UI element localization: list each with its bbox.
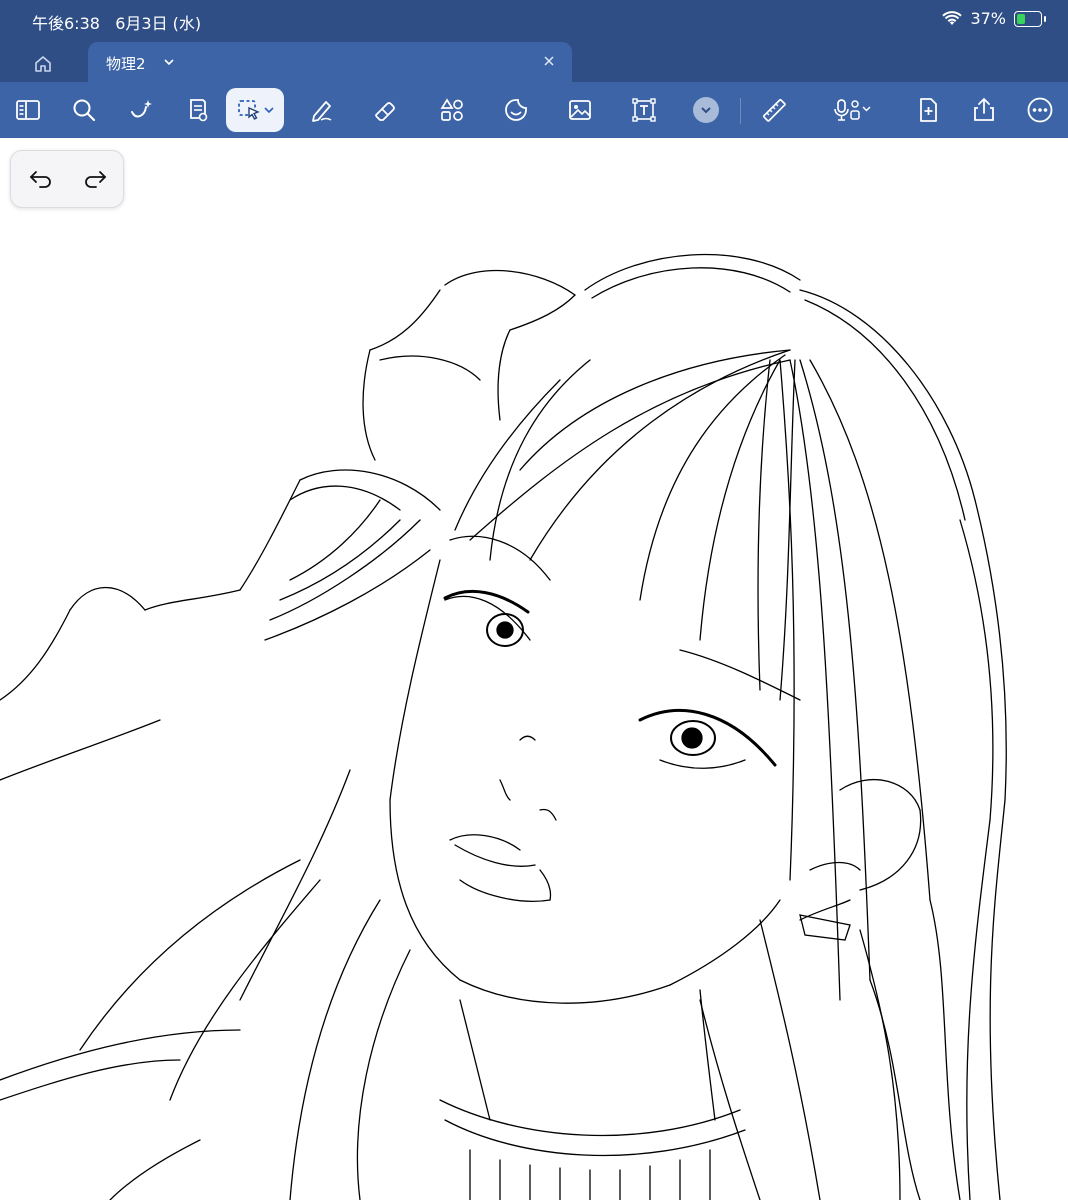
- tab-title: 物理2: [106, 55, 146, 73]
- ai-assist-icon: [131, 100, 152, 118]
- pen-button[interactable]: [300, 88, 344, 132]
- battery-percent: 37%: [970, 9, 1006, 28]
- tab-document[interactable]: 物理2: [88, 42, 572, 82]
- home-icon: [35, 56, 51, 72]
- sticker-icon: [505, 99, 527, 121]
- microphone-icon: [834, 99, 871, 121]
- more-button[interactable]: [1018, 88, 1062, 132]
- battery-icon: [1014, 10, 1046, 27]
- audio-record-button[interactable]: [820, 88, 884, 132]
- close-icon[interactable]: [540, 52, 558, 70]
- shapes-icon: [440, 98, 463, 121]
- status-bar: 午後6:38 6月3日 (水) 37%: [0, 0, 1068, 40]
- eraser-button[interactable]: [364, 88, 408, 132]
- search-button[interactable]: [62, 88, 106, 132]
- eraser-icon: [375, 102, 395, 121]
- image-button[interactable]: [558, 88, 602, 132]
- ruler-button[interactable]: [752, 88, 796, 132]
- pen-icon: [312, 101, 332, 122]
- line-art-sketch: [0, 253, 1007, 1200]
- toolbar: [0, 82, 1068, 138]
- sidebar-button[interactable]: [6, 88, 50, 132]
- more-icon: [1027, 97, 1053, 123]
- sticker-button[interactable]: [494, 88, 538, 132]
- text-box-icon: [632, 98, 656, 122]
- lasso-select-icon: [238, 100, 260, 120]
- app-header: 午後6:38 6月3日 (水) 37% 物理2: [0, 0, 1068, 138]
- ruler-icon: [762, 98, 786, 122]
- date-text: 6月3日 (水): [115, 14, 202, 33]
- more-tools-dropdown-icon: [693, 97, 719, 123]
- lasso-select-button[interactable]: [226, 88, 284, 132]
- status-right: 37%: [942, 9, 1046, 28]
- text-box-button[interactable]: [622, 88, 666, 132]
- document-button[interactable]: [176, 88, 220, 132]
- wifi-icon: [942, 10, 963, 25]
- image-icon: [569, 100, 591, 120]
- home-tab[interactable]: [20, 50, 66, 78]
- search-icon: [73, 99, 96, 122]
- add-page-button[interactable]: [906, 88, 950, 132]
- share-button[interactable]: [962, 88, 1006, 132]
- shapes-button[interactable]: [430, 88, 474, 132]
- status-time: 午後6:38 6月3日 (水): [32, 10, 201, 34]
- more-tools-dropdown[interactable]: [684, 88, 728, 132]
- chevron-down-icon[interactable]: [162, 52, 176, 72]
- document-icon: [190, 99, 208, 122]
- share-icon: [974, 97, 994, 121]
- sidebar-icon: [16, 100, 40, 120]
- tab-bar: 物理2: [0, 40, 1068, 82]
- drawing-canvas[interactable]: [0, 138, 1068, 1200]
- chevron-down-icon: [264, 107, 274, 114]
- ai-assist-button[interactable]: [120, 88, 164, 132]
- add-page-icon: [920, 98, 937, 122]
- time-text: 午後6:38: [32, 14, 100, 33]
- toolbar-divider: [740, 98, 741, 124]
